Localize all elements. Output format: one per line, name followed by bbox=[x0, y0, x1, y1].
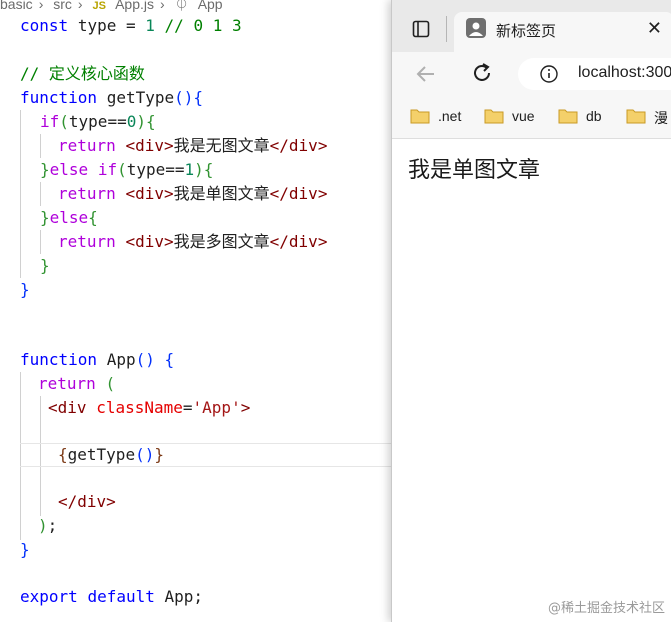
code-line[interactable]: if(type==0){ bbox=[40, 110, 156, 134]
js-file-icon: JS bbox=[92, 0, 106, 12]
folder-icon bbox=[484, 109, 504, 124]
code-line[interactable]: }else{ bbox=[40, 206, 98, 230]
code-line[interactable]: return <div>我是多图文章</div> bbox=[58, 230, 327, 254]
code-line[interactable]: } bbox=[20, 278, 30, 302]
code-line[interactable]: {getType()} bbox=[58, 443, 164, 467]
code-line[interactable]: // 定义核心函数 bbox=[20, 62, 145, 86]
address-bar-row: localhost:300 bbox=[392, 52, 671, 96]
folder-icon bbox=[626, 109, 646, 124]
breadcrumb: basic › src › JS App.js › ⏀ App bbox=[0, 0, 229, 12]
code-line[interactable]: <div className='App'> bbox=[48, 396, 250, 420]
code-line[interactable]: } bbox=[40, 254, 50, 278]
tab-bar: 新标签页 ✕ bbox=[392, 0, 671, 52]
code-line[interactable]: ); bbox=[38, 514, 57, 538]
breadcrumb-item[interactable]: src bbox=[53, 0, 72, 12]
bookmarks-bar: .net vue db 漫 bbox=[392, 96, 671, 139]
indent-guide bbox=[20, 110, 21, 278]
tab-actions-icon[interactable] bbox=[412, 20, 430, 43]
code-line[interactable]: }else if(type==1){ bbox=[40, 158, 213, 182]
url-field[interactable]: localhost:300 bbox=[518, 58, 671, 90]
code-line[interactable]: function getType(){ bbox=[20, 86, 203, 110]
code-line[interactable]: return ( bbox=[38, 372, 115, 396]
browser-window: 新标签页 ✕ localhost:300 .net vue db 漫 我是单图文… bbox=[391, 0, 671, 622]
indent-guide bbox=[40, 134, 41, 158]
code-line[interactable]: </div> bbox=[58, 490, 116, 514]
reload-icon[interactable] bbox=[470, 61, 494, 90]
close-tab-icon[interactable]: ✕ bbox=[647, 18, 662, 39]
back-icon[interactable] bbox=[414, 62, 438, 91]
component-icon: ⏀ bbox=[174, 0, 189, 12]
page-content-text: 我是单图文章 bbox=[408, 157, 541, 182]
watermark: @稀土掘金技术社区 bbox=[547, 601, 665, 616]
indent-guide bbox=[40, 182, 41, 206]
code-line[interactable]: } bbox=[20, 538, 30, 562]
folder-icon bbox=[558, 109, 578, 124]
site-info-icon[interactable] bbox=[540, 65, 558, 88]
breadcrumb-item[interactable]: App bbox=[198, 0, 223, 12]
code-line[interactable]: export default App; bbox=[20, 585, 203, 609]
code-editor[interactable]: basic › src › JS App.js › ⏀ App const type … bbox=[0, 0, 391, 622]
code-line[interactable]: return <div>我是单图文章</div> bbox=[58, 182, 327, 206]
code-line[interactable]: function App() { bbox=[20, 348, 174, 372]
new-tab-page-icon bbox=[466, 18, 486, 43]
code-line[interactable]: return <div>我是无图文章</div> bbox=[58, 134, 327, 158]
indent-guide bbox=[40, 230, 41, 254]
code-line[interactable]: const type = 1 // 0 1 3 bbox=[20, 14, 242, 38]
breadcrumb-item[interactable]: App.js bbox=[115, 0, 154, 12]
url-text: localhost:300 bbox=[578, 64, 671, 81]
tab-divider bbox=[446, 16, 447, 42]
tab-title: 新标签页 bbox=[496, 23, 557, 40]
breadcrumb-item[interactable]: basic bbox=[0, 0, 33, 12]
folder-icon bbox=[410, 109, 430, 124]
tab-new-tab[interactable]: 新标签页 ✕ bbox=[454, 12, 671, 52]
